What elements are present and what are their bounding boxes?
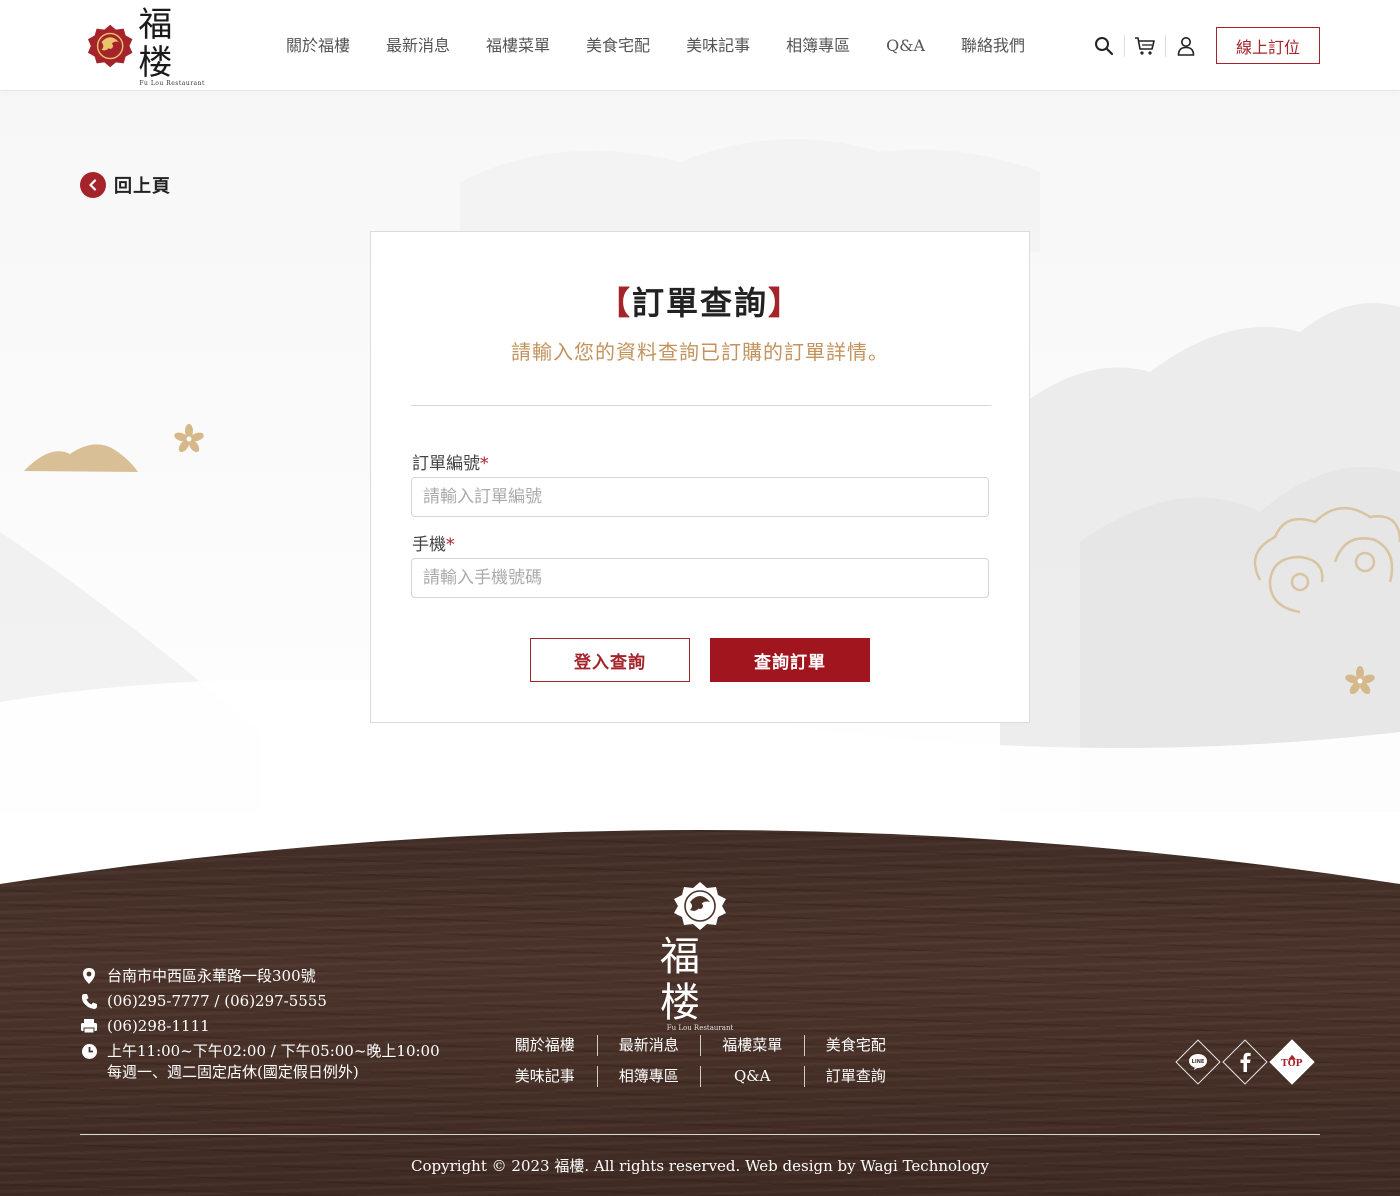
footer-link-news[interactable]: 最新消息 xyxy=(596,1035,701,1056)
footer-link-album[interactable]: 相簿專區 xyxy=(596,1066,701,1087)
site-header: 福楼 Fu Lou Restaurant 關於福樓 最新消息 福樓菜單 美食宅配… xyxy=(0,0,1400,91)
nav-delivery[interactable]: 美食宅配 xyxy=(586,33,650,59)
nav-news[interactable]: 最新消息 xyxy=(386,33,450,59)
social-links: LINE TOP xyxy=(1175,1039,1317,1085)
footer-logo-seal-icon xyxy=(674,882,726,930)
order-number-label: 訂單編號* xyxy=(412,449,489,474)
phone-label-text: 手機 xyxy=(412,535,446,555)
phone-input[interactable] xyxy=(411,558,989,598)
contact-address: 台南市中西區永華路一段300號 xyxy=(80,966,440,991)
footer-link-menu[interactable]: 福樓菜單 xyxy=(700,1035,804,1056)
contact-phone: (06)295-7777 / (06)297-5555 xyxy=(80,991,440,1016)
cart-icon[interactable] xyxy=(1131,34,1159,58)
copyright: Copyright © 2023 福樓. All rights reserved… xyxy=(411,1157,989,1175)
footer-link-about[interactable]: 關於福樓 xyxy=(493,1035,597,1056)
contact-hours: 上午11:00~下午02:00 / 下午05:00~晚上10:00 每週一、週二… xyxy=(80,1041,440,1083)
required-mark: * xyxy=(446,535,455,555)
footer-links: 關於福樓 最新消息 福樓菜單 美食宅配 美味記事 相簿專區 Q&A 訂單查詢 xyxy=(493,1030,907,1092)
query-order-button[interactable]: 查詢訂單 xyxy=(710,638,870,682)
order-number-label-text: 訂單編號 xyxy=(412,454,480,474)
fax-text: (06)298-1111 xyxy=(107,1017,210,1035)
logo-seal-icon xyxy=(87,24,133,68)
line-icon: LINE xyxy=(1189,1054,1207,1070)
order-number-input[interactable] xyxy=(411,477,989,517)
card-divider xyxy=(411,405,991,406)
footer-link-order-query[interactable]: 訂單查詢 xyxy=(803,1066,908,1087)
contact-info: 台南市中西區永華路一段300號 (06)295-7777 / (06)297-5… xyxy=(80,966,440,1083)
reserve-button[interactable]: 線上訂位 xyxy=(1216,27,1320,64)
search-icon[interactable] xyxy=(1090,34,1118,58)
title-bracket-right: 】 xyxy=(768,284,803,322)
phone-icon xyxy=(80,992,98,1010)
title-bracket-left: 【 xyxy=(597,284,632,322)
footer-link-qa[interactable]: Q&A xyxy=(700,1066,804,1087)
phone-text[interactable]: (06)295-7777 / (06)297-5555 xyxy=(107,991,327,1012)
line-button[interactable]: LINE xyxy=(1175,1039,1221,1085)
footer-logo[interactable]: 福楼 Fu Lou Restaurant xyxy=(660,880,740,1032)
svg-text:LINE: LINE xyxy=(1192,1059,1205,1065)
footer-link-delivery[interactable]: 美食宅配 xyxy=(803,1035,908,1056)
footer-divider xyxy=(80,1134,1320,1135)
footer-link-blog[interactable]: 美味記事 xyxy=(493,1066,597,1087)
phone-label: 手機* xyxy=(412,530,455,555)
closed-days-text: 每週一、週二固定店休(國定假日例外) xyxy=(107,1063,359,1081)
address-text: 台南市中西區永華路一段300號 xyxy=(107,967,316,985)
nav-menu[interactable]: 福樓菜單 xyxy=(486,33,550,59)
main-nav: 關於福樓 最新消息 福樓菜單 美食宅配 美味記事 相簿專區 Q&A 聯絡我們 xyxy=(268,33,1025,59)
back-to-top-button[interactable]: TOP xyxy=(1269,1039,1315,1085)
facebook-button[interactable] xyxy=(1222,1039,1268,1085)
chevron-left-icon xyxy=(80,172,106,198)
nav-blog[interactable]: 美味記事 xyxy=(686,33,750,59)
back-link-label: 回上頁 xyxy=(114,176,171,197)
facebook-icon xyxy=(1240,1052,1251,1072)
nav-about[interactable]: 關於福樓 xyxy=(286,33,350,59)
footer-logo-title: 福楼 xyxy=(660,934,702,1026)
page-subtitle: 請輸入您的資料查詢已訂購的訂單詳情。 xyxy=(511,340,889,364)
nav-qa[interactable]: Q&A xyxy=(886,33,925,59)
order-query-card: 【訂單查詢】 請輸入您的資料查詢已訂購的訂單詳情。 訂單編號* 手機* 登入查詢… xyxy=(370,231,1030,723)
hours-text: 上午11:00~下午02:00 / 下午05:00~晚上10:00 xyxy=(107,1042,440,1060)
header-divider xyxy=(1165,35,1166,57)
nav-contact[interactable]: 聯絡我們 xyxy=(961,33,1025,59)
nav-album[interactable]: 相簿專區 xyxy=(786,33,850,59)
title-text: 訂單查詢 xyxy=(631,284,768,322)
header-actions xyxy=(1090,34,1200,58)
map-pin-icon xyxy=(80,967,98,985)
required-mark: * xyxy=(480,454,489,474)
contact-fax: (06)298-1111 xyxy=(80,1016,440,1041)
fax-icon xyxy=(80,1017,98,1035)
login-query-button[interactable]: 登入查詢 xyxy=(530,638,690,682)
top-label: TOP xyxy=(1281,1059,1303,1069)
page-title: 【訂單查詢】 xyxy=(371,278,1029,324)
site-logo[interactable]: 福楼 Fu Lou Restaurant xyxy=(86,6,206,87)
header-divider xyxy=(1124,35,1125,57)
back-link[interactable]: 回上頁 xyxy=(80,172,171,198)
clock-icon xyxy=(80,1042,98,1060)
site-footer: 福楼 Fu Lou Restaurant 台南市中西區永華路一段300號 (06… xyxy=(0,812,1400,1196)
user-icon[interactable] xyxy=(1172,34,1200,58)
logo-subtitle: Fu Lou Restaurant xyxy=(139,79,205,87)
logo-title: 福楼 xyxy=(138,4,174,83)
